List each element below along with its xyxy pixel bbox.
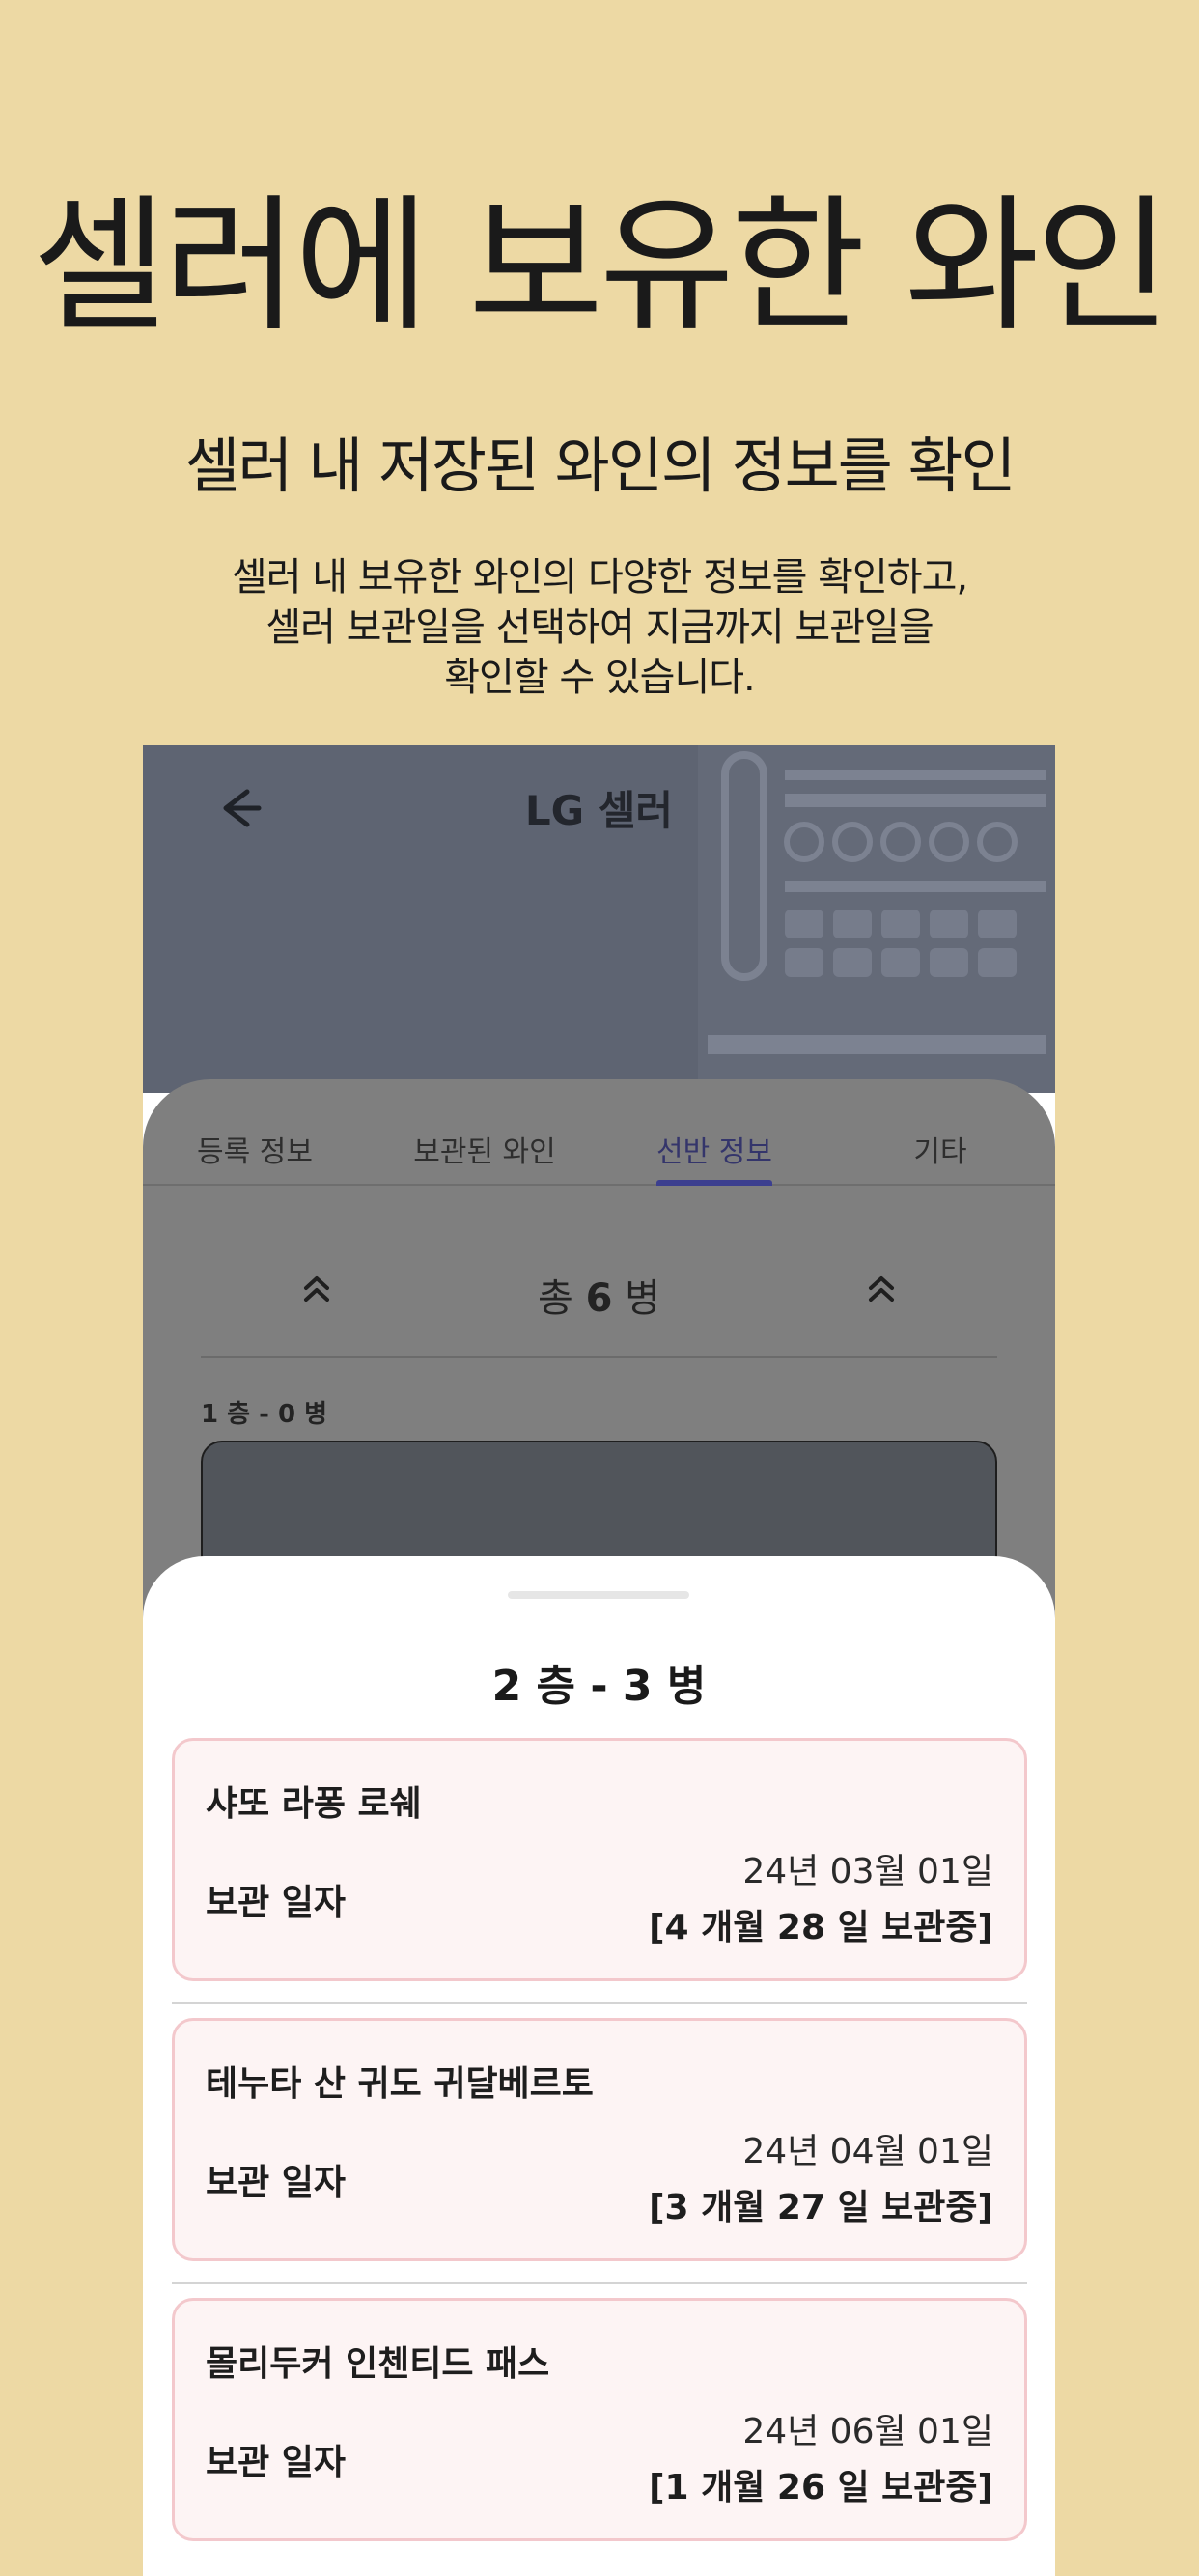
active-tab-indicator (656, 1180, 772, 1186)
divider (172, 2002, 1027, 2004)
app-header: LG 셀러 (143, 745, 1055, 1093)
app-title: LG 셀러 (524, 787, 674, 834)
storage-period: [3 개월 27 일 보관중] (649, 2188, 993, 2227)
floor-detail-bottom-sheet: 2 층 - 3 병 샤또 라퐁 로쉐 보관 일자 24년 03월 01일 [4 … (143, 1556, 1055, 2576)
storage-date: 24년 04월 01일 (742, 2132, 993, 2171)
wine-name: 테누타 산 귀도 귀달베르토 (206, 2064, 594, 2104)
wine-name: 몰리두커 인첸티드 패스 (206, 2344, 550, 2384)
phone-screen: LG 셀러 등록 정보 보관된 와인 선반 정보 기타 총 6 병 1 층 - … (143, 745, 1055, 2576)
wine-card[interactable]: 테누타 산 귀도 귀달베르토 보관 일자 24년 04월 01일 [3 개월 2… (172, 2018, 1027, 2261)
hero-title: 셀러에 보유한 와인 (32, 181, 1170, 351)
storage-date: 24년 06월 01일 (742, 2412, 993, 2451)
storage-date: 24년 03월 01일 (742, 1852, 993, 1891)
storage-date-label: 보관 일자 (206, 2443, 347, 2482)
storage-period: [1 개월 26 일 보관중] (649, 2468, 993, 2507)
hero-subtitle: 셀러 내 저장된 와인의 정보를 확인 (184, 431, 1016, 501)
sheet-title: 2 층 - 3 병 (491, 1662, 707, 1711)
tab-bar: 등록 정보 보관된 와인 선반 정보 기타 (143, 1079, 1055, 1186)
tab-stored-wine[interactable]: 보관된 와인 (388, 1128, 581, 1170)
tab-shelf-info[interactable]: 선반 정보 (618, 1128, 811, 1170)
tab-etc[interactable]: 기타 (844, 1128, 1037, 1170)
divider (201, 1356, 997, 1358)
double-chevron-up-icon[interactable] (857, 1265, 906, 1313)
storage-period: [4 개월 28 일 보관중] (649, 1908, 993, 1947)
wine-card[interactable]: 몰리두커 인첸티드 패스 보관 일자 24년 06월 01일 [1 개월 26 … (172, 2298, 1027, 2541)
drag-handle[interactable] (508, 1591, 689, 1599)
wine-card[interactable]: 샤또 라퐁 로쉐 보관 일자 24년 03월 01일 [4 개월 28 일 보관… (172, 1738, 1027, 1981)
total-bottle-count: 총 6 병 (538, 1276, 660, 1321)
floor-label: 1 층 - 0 병 (201, 1400, 328, 1429)
storage-date-label: 보관 일자 (206, 1883, 347, 1922)
wine-name: 샤또 라퐁 로쉐 (206, 1784, 422, 1824)
shelf-navigation: 총 6 병 (143, 1263, 1055, 1321)
tab-registration-info[interactable]: 등록 정보 (158, 1128, 351, 1170)
hero-description: 셀러 내 보유한 와인의 다양한 정보를 확인하고, 셀러 보관일을 선택하여 … (231, 555, 968, 700)
storage-date-label: 보관 일자 (206, 2163, 347, 2202)
divider (172, 2282, 1027, 2284)
